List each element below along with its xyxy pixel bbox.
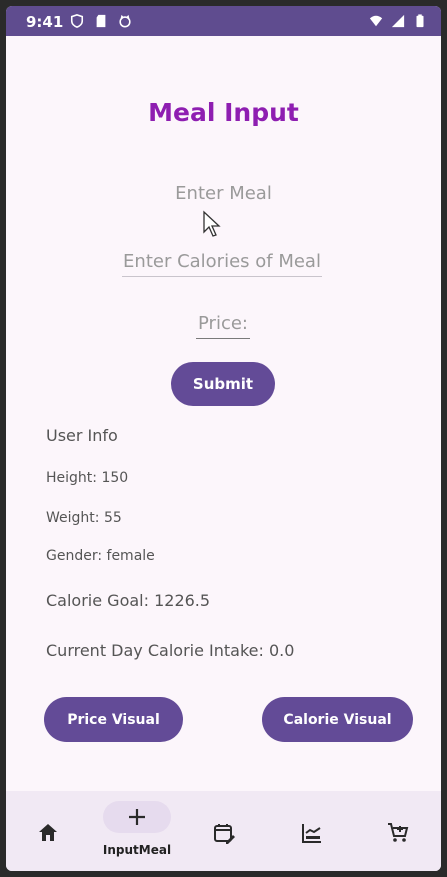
mouse-pointer-icon — [203, 210, 221, 237]
app-screen: 9:41 Meal Input Submit User Info Height:… — [6, 6, 441, 871]
calorie-goal: Calorie Goal: 1226.5 — [46, 591, 211, 610]
meal-input[interactable] — [116, 178, 331, 208]
status-bar: 9:41 — [6, 6, 441, 36]
user-weight: Weight: 55 — [46, 510, 122, 526]
nav-item-cart[interactable] — [378, 791, 418, 871]
calorie-visual-button[interactable]: Calorie Visual — [262, 697, 413, 742]
nav-item-calendar[interactable] — [204, 791, 244, 871]
nav-item-label: InputMeal — [102, 843, 172, 857]
price-visual-button[interactable]: Price Visual — [44, 697, 183, 742]
status-time: 9:41 — [26, 13, 64, 31]
status-right-icons — [369, 14, 427, 28]
battery-icon — [416, 14, 424, 28]
signal-icon — [391, 14, 405, 28]
page-title: Meal Input — [148, 98, 299, 127]
submit-button[interactable]: Submit — [171, 362, 275, 406]
home-icon — [39, 824, 57, 841]
nav-active-indicator — [103, 801, 171, 833]
nav-item-chart[interactable] — [292, 791, 332, 871]
plus-icon — [129, 809, 145, 825]
wifi-icon — [369, 15, 383, 27]
shield-icon — [70, 14, 84, 28]
calendar-edit-icon — [214, 824, 235, 844]
cart-icon — [388, 823, 409, 842]
bottom-navigation: InputMeal — [6, 791, 441, 871]
user-height: Height: 150 — [46, 470, 129, 486]
nav-item-inputmeal[interactable]: InputMeal — [100, 791, 174, 871]
calories-input[interactable] — [122, 246, 322, 277]
sd-card-icon — [96, 14, 106, 28]
price-input[interactable] — [196, 308, 250, 339]
nav-item-home[interactable] — [28, 791, 68, 871]
current-day-intake: Current Day Calorie Intake: 0.0 — [46, 641, 295, 660]
user-gender: Gender: female — [46, 548, 155, 564]
user-info-heading: User Info — [46, 426, 118, 445]
status-left-icons — [70, 14, 132, 28]
cat-face-icon — [119, 14, 131, 28]
chart-icon — [302, 824, 321, 843]
